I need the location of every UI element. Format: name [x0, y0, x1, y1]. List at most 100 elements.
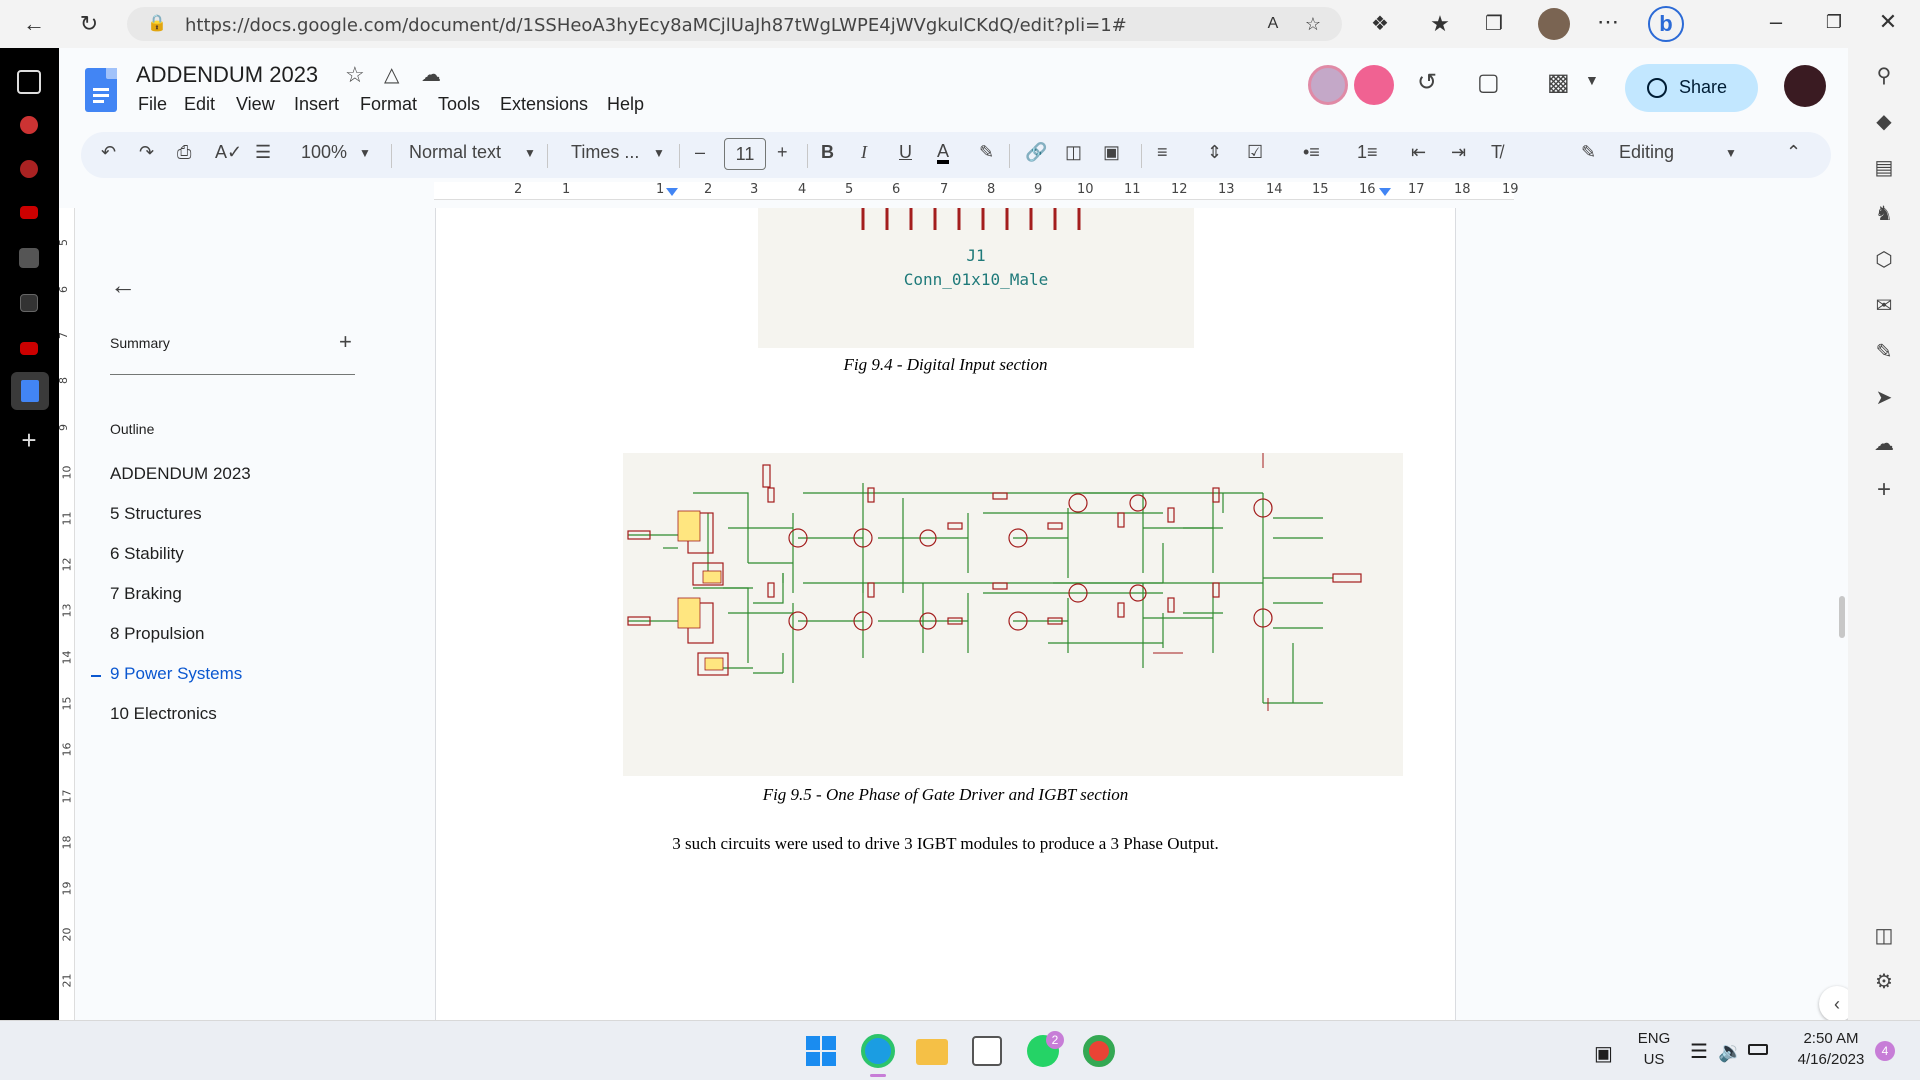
outline-item-braking[interactable]: 7 Braking [110, 584, 182, 604]
right-indent-marker[interactable] [1379, 188, 1391, 196]
collaborator-avatar-1[interactable] [1308, 65, 1348, 105]
reddit-tab-icon-2[interactable] [20, 160, 38, 178]
chrome-icon[interactable] [1083, 1035, 1115, 1067]
editing-mode-select[interactable]: Editing [1619, 142, 1674, 163]
add-summary-icon[interactable]: + [339, 329, 352, 355]
reddit-tab-icon[interactable] [20, 116, 38, 134]
app-tab-icon[interactable] [19, 248, 39, 268]
new-tab-icon[interactable]: + [17, 427, 41, 453]
search-icon[interactable]: ⚲ [1872, 64, 1896, 88]
clear-formatting-icon[interactable]: T̸ [1491, 142, 1502, 163]
bing-icon[interactable]: b [1648, 6, 1684, 42]
bold-icon[interactable]: B [821, 142, 834, 163]
favorite-add-icon[interactable]: ☆ [1297, 8, 1329, 40]
designer-icon[interactable]: ☁ [1872, 432, 1896, 456]
outline-item-electronics[interactable]: 10 Electronics [110, 704, 217, 724]
read-aloud-icon[interactable]: A [1257, 8, 1289, 40]
add-sidebar-app-icon[interactable]: + [1872, 478, 1896, 502]
send-icon[interactable]: ➤ [1872, 386, 1896, 410]
clock-time[interactable]: 2:50 AM [1786, 1030, 1876, 1047]
hide-sidebar-icon[interactable]: ◫ [1872, 924, 1896, 948]
bulleted-list-icon[interactable]: •≡ [1303, 142, 1320, 163]
insert-image-icon[interactable]: ▣ [1103, 142, 1120, 163]
figure-digital-input-image[interactable]: J1 Conn_01x10_Male [758, 208, 1194, 348]
menu-view[interactable]: View [236, 94, 275, 115]
battery-icon[interactable] [1748, 1044, 1768, 1055]
language-line-1[interactable]: ENG [1630, 1030, 1678, 1047]
start-icon[interactable] [806, 1036, 836, 1066]
microsoft-store-icon[interactable] [972, 1036, 1002, 1066]
menu-format[interactable]: Format [360, 94, 417, 115]
meet-icon[interactable]: ▩ [1547, 68, 1570, 97]
spellcheck-icon[interactable]: A✓ [215, 142, 242, 163]
share-button[interactable]: Share [1625, 64, 1758, 112]
style-select[interactable]: Normal text [409, 142, 501, 163]
redo-icon[interactable]: ↷ [139, 142, 154, 163]
checklist-icon[interactable]: ☑ [1247, 142, 1263, 163]
microsoft-365-icon[interactable]: ⬡ [1872, 248, 1896, 272]
file-explorer-icon[interactable] [916, 1039, 948, 1065]
collapse-menus-icon[interactable]: ⌃ [1786, 142, 1801, 163]
paint-format-icon[interactable]: ☰ [255, 142, 271, 163]
outline-item-propulsion[interactable]: 8 Propulsion [110, 624, 205, 644]
wifi-icon[interactable]: ☰ [1690, 1039, 1708, 1064]
body-paragraph[interactable]: 3 such circuits were used to drive 3 IGB… [436, 834, 1455, 854]
collections-icon[interactable]: ❐ [1478, 8, 1510, 40]
star-icon[interactable]: ☆ [345, 62, 365, 88]
decrease-font-size-icon[interactable]: – [695, 142, 705, 163]
close-outline-icon[interactable]: ← [110, 270, 136, 301]
increase-font-size-icon[interactable]: + [777, 142, 788, 163]
edge-taskbar-icon[interactable] [861, 1034, 895, 1068]
chevron-down-icon[interactable]: ▼ [1585, 72, 1599, 88]
text-color-icon[interactable]: A [937, 142, 950, 164]
outline-item-structures[interactable]: 5 Structures [110, 504, 202, 524]
left-indent-marker[interactable] [666, 188, 678, 196]
align-icon[interactable]: ≡ [1157, 142, 1168, 163]
notification-badge[interactable]: 4 [1875, 1041, 1895, 1061]
editing-pencil-icon[interactable]: ✎ [1581, 142, 1596, 163]
volume-icon[interactable]: 🔉 [1718, 1039, 1743, 1064]
insert-link-icon[interactable]: 🔗 [1025, 142, 1047, 163]
undo-icon[interactable]: ↶ [101, 142, 116, 163]
youtube-tab-icon-2[interactable] [20, 342, 38, 355]
font-chevron-icon[interactable]: ▼ [653, 146, 665, 160]
menu-edit[interactable]: Edit [184, 94, 215, 115]
horizontal-ruler[interactable]: 2 1 1 2 3 4 5 6 7 8 9 10 11 12 13 14 15 … [434, 182, 1519, 200]
more-icon[interactable]: ⋯ [1592, 6, 1624, 38]
vertical-ruler[interactable]: 5 6 7 8 9 10 11 12 13 14 15 16 17 18 19 … [57, 208, 75, 1020]
youtube-tab-icon[interactable] [20, 206, 38, 219]
cloud-saved-icon[interactable]: ☁ [421, 62, 441, 87]
docs-tab-icon[interactable] [11, 372, 49, 410]
clock-date[interactable]: 4/16/2023 [1786, 1051, 1876, 1068]
menu-help[interactable]: Help [607, 94, 644, 115]
highlight-icon[interactable]: ✎ [979, 142, 994, 163]
figure-gate-driver-image[interactable] [623, 453, 1403, 776]
add-comment-icon[interactable]: ◫ [1065, 142, 1082, 163]
underline-icon[interactable]: U [899, 142, 912, 163]
zoom-select[interactable]: 100% [301, 142, 347, 163]
docs-logo-icon[interactable] [85, 68, 117, 112]
outline-item-stability[interactable]: 6 Stability [110, 544, 184, 564]
minimize-icon[interactable]: – [1760, 6, 1792, 38]
menu-file[interactable]: File [138, 94, 167, 115]
move-to-drive-icon[interactable]: △ [384, 62, 399, 87]
increase-indent-icon[interactable]: ⇥ [1451, 142, 1466, 163]
back-icon[interactable]: ← [18, 8, 50, 40]
font-select[interactable]: Times ... [571, 142, 639, 163]
tab-actions-icon[interactable] [17, 70, 41, 94]
outlook-icon[interactable]: ✉ [1872, 294, 1896, 318]
close-icon[interactable]: ✕ [1872, 6, 1904, 38]
account-avatar[interactable] [1784, 65, 1826, 107]
refresh-icon[interactable]: ↻ [73, 8, 105, 40]
print-icon[interactable]: ⎙ [177, 142, 191, 163]
restore-icon[interactable]: ❐ [1818, 6, 1850, 38]
font-size-input[interactable]: 11 [724, 138, 766, 170]
numbered-list-icon[interactable]: 1≡ [1357, 142, 1378, 163]
profile-avatar[interactable] [1538, 8, 1570, 40]
menu-tools[interactable]: Tools [438, 94, 480, 115]
shopping-icon[interactable]: ◆ [1872, 110, 1896, 134]
mode-chevron-icon[interactable]: ▼ [1725, 146, 1737, 160]
game-tab-icon[interactable] [20, 294, 38, 312]
document-page[interactable]: J1 Conn_01x10_Male Fig 9.4 - Digital Inp… [435, 208, 1456, 1020]
tools-icon[interactable]: ▤ [1872, 156, 1896, 180]
